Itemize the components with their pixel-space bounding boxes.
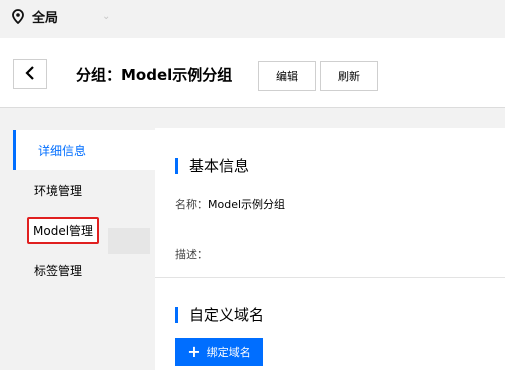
page-title: 分组：Model示例分组: [76, 66, 233, 84]
section-accent-bar: [175, 306, 178, 323]
custom-domain-heading: 自定义域名: [175, 304, 264, 325]
page-header: 分组：Model示例分组 编辑 刷新: [0, 38, 505, 108]
edit-button[interactable]: 编辑: [258, 61, 316, 91]
name-field: 名称：Model示例分组: [175, 196, 285, 212]
chevron-down-icon: ⌄: [102, 10, 111, 22]
sidebar-item-environments[interactable]: 环境管理: [13, 170, 155, 210]
chevron-left-icon: [25, 65, 35, 84]
sidebar-item-label: Model管理: [27, 216, 100, 244]
basic-info-heading: 基本信息: [175, 155, 249, 176]
sidebar-item-models[interactable]: Model管理: [13, 210, 155, 250]
section-divider: [155, 277, 505, 278]
section-title: 基本信息: [189, 157, 250, 175]
sidebar-item-label: 标签管理: [34, 263, 83, 278]
bind-domain-button[interactable]: + 绑定域名: [175, 338, 263, 366]
section-accent-bar: [175, 157, 178, 174]
region-selector[interactable]: 全局 ⌄: [12, 6, 110, 26]
refresh-button[interactable]: 刷新: [320, 61, 378, 91]
sidebar: 详细信息 环境管理 Model管理 标签管理: [13, 128, 155, 370]
detail-panel: 基本信息 名称：Model示例分组 描述： 自定义域名 + 绑定域名: [155, 128, 505, 370]
location-pin-icon: [12, 8, 24, 24]
plus-icon: +: [187, 342, 201, 361]
top-bar: 全局 ⌄: [0, 0, 505, 38]
sidebar-item-label: 环境管理: [34, 183, 83, 198]
description-label: 描述：: [175, 248, 208, 261]
sidebar-item-details[interactable]: 详细信息: [13, 130, 155, 170]
name-label: 名称：: [175, 198, 208, 211]
section-title: 自定义域名: [189, 306, 265, 324]
description-field: 描述：: [175, 246, 208, 262]
back-button[interactable]: [13, 59, 47, 89]
name-value: Model示例分组: [208, 198, 286, 211]
bind-domain-label: 绑定域名: [206, 346, 251, 359]
sidebar-item-tags[interactable]: 标签管理: [13, 250, 155, 290]
region-label: 全局: [32, 10, 59, 26]
sidebar-item-label: 详细信息: [38, 143, 87, 158]
